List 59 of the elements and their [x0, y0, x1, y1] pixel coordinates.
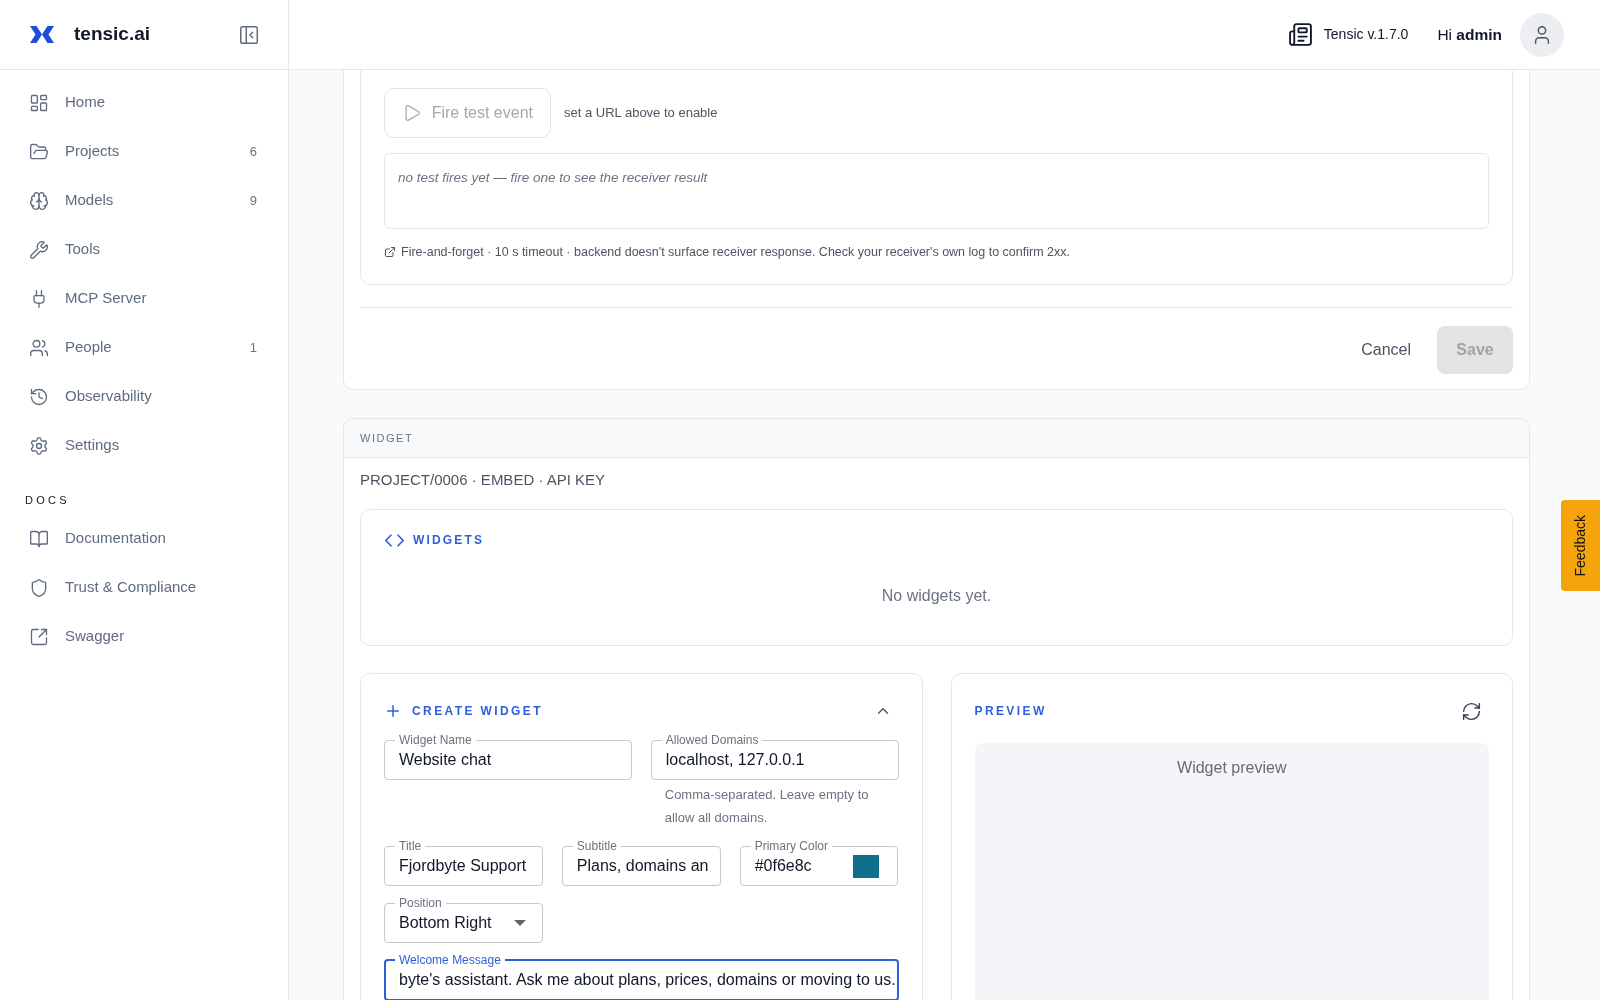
refresh-button[interactable]: [1461, 700, 1482, 722]
external-link-icon: [29, 626, 49, 647]
preview-placeholder-text: Widget preview: [1177, 758, 1287, 778]
item-count: 6: [249, 142, 257, 161]
sidebar-item[interactable]: Home: [29, 91, 105, 114]
text-input-field[interactable]: Subtitle Plans, domains an: [561, 839, 721, 886]
greeting-text: Hi admin: [1437, 24, 1502, 45]
logo-icon: [30, 26, 54, 43]
sidebar-item[interactable]: People: [29, 336, 112, 359]
dashboard-icon: [29, 92, 49, 113]
sidebar-item[interactable]: Observability: [29, 385, 152, 408]
dropdown-field[interactable]: Position Bottom Right: [384, 896, 543, 943]
users-icon: [29, 337, 49, 358]
hint-text: set a URL above to enable: [564, 104, 718, 123]
newspaper-icon: [1287, 22, 1313, 47]
empty-result-text: no test fires yet — fire one to see the receiver result: [398, 169, 709, 187]
sidebar-item[interactable]: Documentation: [29, 527, 166, 550]
external-link-icon: [384, 246, 396, 258]
color-input-field[interactable]: Primary Color #0f6e8c: [739, 839, 899, 886]
folder-icon: [29, 141, 49, 162]
brain-icon: [29, 190, 49, 211]
item-count: 1: [249, 338, 257, 357]
sidebar-item[interactable]: Models: [29, 189, 114, 212]
settings-icon: [29, 435, 49, 456]
text-input-field[interactable]: Widget Name Website chat: [384, 733, 632, 780]
item-count: 9: [249, 191, 257, 210]
sidebar-item[interactable]: Settings: [29, 434, 120, 457]
feedback-tab[interactable]: Feedback: [1561, 500, 1600, 591]
panel-heading: PREVIEW: [974, 703, 1047, 720]
panel-heading: CREATE WIDGET: [412, 703, 543, 720]
empty-state-text: No widgets yet.: [880, 586, 993, 606]
book-icon: [29, 528, 49, 549]
brand-name: tensic.ai: [74, 22, 151, 47]
panel-collapse-icon: [238, 23, 260, 46]
refresh-icon: [1461, 700, 1482, 722]
text-input-field[interactable]: Welcome Message byte's assistant. Ask me about plans, prices, domains or moving to us.: [384, 953, 899, 1000]
wrench-icon: [29, 239, 49, 260]
sidebar-item[interactable]: MCP Server: [29, 287, 147, 310]
sidebar-item[interactable]: Trust & Compliance: [29, 576, 197, 599]
helper-text: Comma-separated. Leave empty to allow all domains.: [663, 786, 870, 827]
collapse-sidebar-button[interactable]: [238, 23, 260, 46]
delivery-note: Fire-and-forget · 10 s timeout · backend doesn't surface receiver response. Check your receiver's own log to confirm 2xx.: [401, 244, 1070, 260]
section-heading: WIDGET: [360, 430, 414, 446]
play-icon: [402, 103, 422, 123]
sidebar-item[interactable]: Tools: [29, 238, 101, 261]
history-icon: [29, 386, 49, 407]
sidebar-item[interactable]: Swagger: [29, 625, 125, 648]
panel-heading: WIDGETS: [413, 532, 485, 549]
cancel-button[interactable]: Cancel: [1349, 330, 1423, 370]
plus-icon: [384, 702, 402, 720]
section-label: DOCS: [25, 492, 70, 508]
sidebar-item[interactable]: Projects: [29, 140, 120, 163]
version-label: Tensic v.1.7.0: [1323, 25, 1409, 44]
shield-icon: [29, 577, 49, 598]
breadcrumb-text: PROJECT/0006 · EMBED · API KEY: [360, 470, 607, 490]
caret-icon: [513, 920, 526, 926]
text-input-field[interactable]: Title Fjordbyte Support: [384, 839, 543, 886]
avatar-button[interactable]: [1520, 12, 1564, 57]
text-input-field[interactable]: Allowed Domains localhost, 127.0.0.1: [650, 733, 899, 780]
